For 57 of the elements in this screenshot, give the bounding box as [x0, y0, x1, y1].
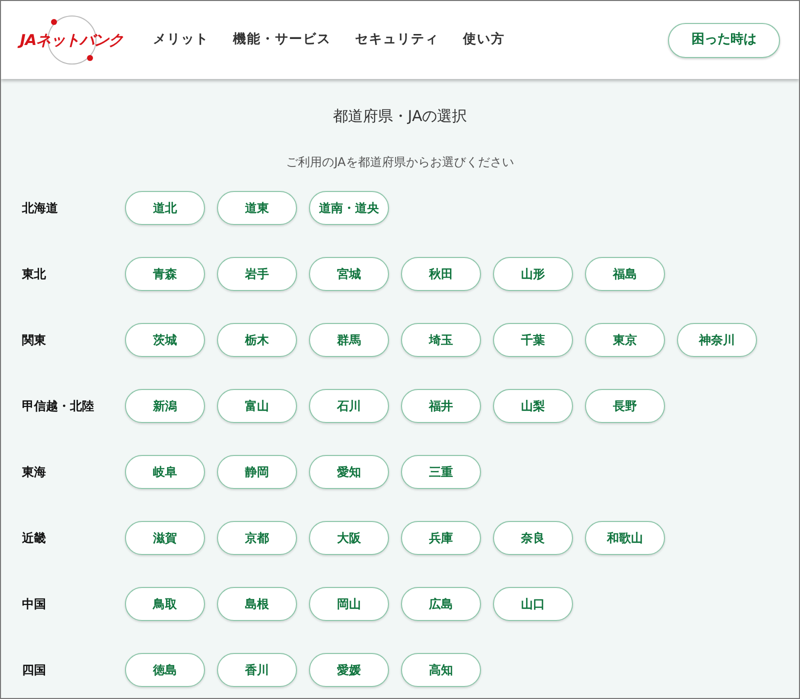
nav-link[interactable]: 機能・サービス: [233, 30, 332, 50]
prefecture-button[interactable]: 長野: [585, 388, 665, 422]
prefecture-button[interactable]: 富山: [217, 388, 297, 422]
prefecture-button[interactable]: 京都: [217, 520, 297, 554]
prefecture-button[interactable]: 徳島: [125, 652, 205, 686]
prefecture-button[interactable]: 岡山: [309, 586, 389, 620]
region-label: 東海: [22, 464, 47, 480]
nav-link[interactable]: メリット: [153, 30, 210, 50]
prefecture-button[interactable]: 栃木: [217, 322, 297, 356]
help-button[interactable]: 困った時は: [668, 22, 780, 58]
prefecture-button[interactable]: 東京: [585, 322, 665, 356]
prefecture-button[interactable]: 埼玉: [401, 322, 481, 356]
region-label: 北海道: [22, 200, 59, 216]
region-label: 東北: [22, 266, 47, 282]
prefecture-button[interactable]: 静岡: [217, 454, 297, 488]
prefecture-button[interactable]: 道北: [125, 190, 205, 224]
prefecture-button[interactable]: 道南・道央: [309, 190, 389, 224]
prefecture-button[interactable]: 岐阜: [125, 454, 205, 488]
prefecture-button[interactable]: 岩手: [217, 256, 297, 290]
logo[interactable]: JAネットバンク: [20, 12, 124, 68]
prefecture-button[interactable]: 高知: [401, 652, 481, 686]
prefecture-button[interactable]: 福島: [585, 256, 665, 290]
nav-link[interactable]: セキュリティ: [355, 30, 440, 50]
prefecture-button[interactable]: 宮城: [309, 256, 389, 290]
region-label: 関東: [22, 332, 47, 348]
prefecture-button[interactable]: 島根: [217, 586, 297, 620]
prefecture-button[interactable]: 山梨: [493, 388, 573, 422]
prefecture-button[interactable]: 滋賀: [125, 520, 205, 554]
prefecture-button[interactable]: 石川: [309, 388, 389, 422]
region-label: 甲信越・北陸: [22, 398, 95, 414]
prefecture-button[interactable]: 広島: [401, 586, 481, 620]
prefecture-button[interactable]: 鳥取: [125, 586, 205, 620]
prefecture-button[interactable]: 奈良: [493, 520, 573, 554]
prefecture-button[interactable]: 三重: [401, 454, 481, 488]
prefecture-button[interactable]: 福井: [401, 388, 481, 422]
prefecture-button[interactable]: 兵庫: [401, 520, 481, 554]
prefecture-button[interactable]: 道東: [217, 190, 297, 224]
nav-link[interactable]: 使い方: [463, 30, 506, 50]
prefecture-button[interactable]: 新潟: [125, 388, 205, 422]
prefecture-button[interactable]: 神奈川: [677, 322, 757, 356]
page-title: 都道府県・JAの選択: [332, 106, 468, 127]
prefecture-button[interactable]: 愛媛: [309, 652, 389, 686]
prefecture-button[interactable]: 愛知: [309, 454, 389, 488]
region-label: 近畿: [22, 530, 47, 546]
region-label: 中国: [22, 596, 47, 612]
prefecture-button[interactable]: 群馬: [309, 322, 389, 356]
prefecture-button[interactable]: 山口: [493, 586, 573, 620]
prefecture-button[interactable]: 茨城: [125, 322, 205, 356]
prefecture-button[interactable]: 山形: [493, 256, 573, 290]
prefecture-button[interactable]: 千葉: [493, 322, 573, 356]
prefecture-button[interactable]: 青森: [125, 256, 205, 290]
prefecture-button[interactable]: 和歌山: [585, 520, 665, 554]
prefecture-button[interactable]: 秋田: [401, 256, 481, 290]
instruction-text: ご利用のJAを都道府県からお選びください: [285, 154, 515, 170]
region-label: 四国: [22, 662, 47, 678]
prefecture-button[interactable]: 香川: [217, 652, 297, 686]
prefecture-button[interactable]: 大阪: [309, 520, 389, 554]
